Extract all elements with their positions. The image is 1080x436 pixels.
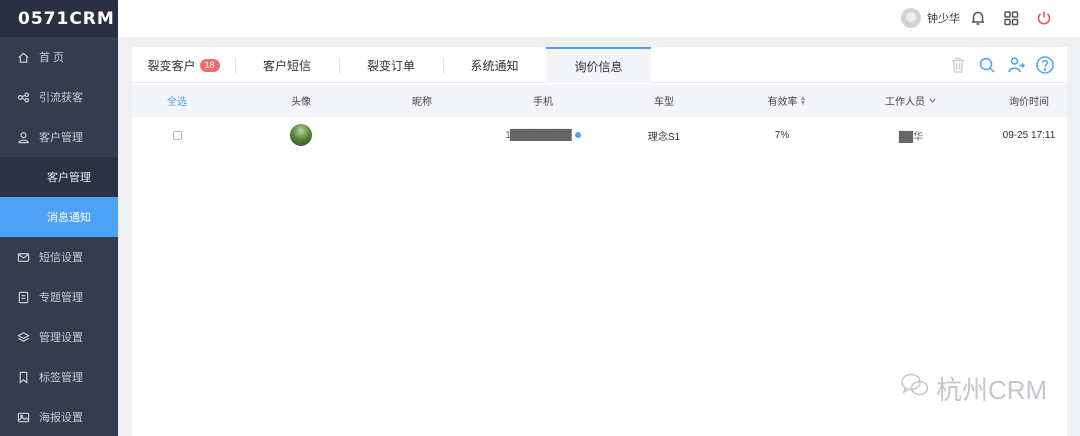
tab-customer-sms[interactable]: 客户短信 [235,47,339,83]
tab-label: 询价信息 [574,59,623,74]
row-nickname [387,117,457,153]
trash-icon[interactable] [948,55,968,75]
user-icon [16,130,30,144]
col-model: 车型 [654,97,674,108]
sidebar-subitem-messages[interactable]: 消息通知 [0,197,118,237]
col-phone: 手机 [533,97,553,108]
tab-label: 裂变客户 [147,58,196,73]
sidebar-item-label: 客户管理 [47,172,91,184]
search-icon[interactable] [977,55,997,75]
row-phone: 1██████████ [505,129,571,141]
layers-icon [16,330,30,344]
chevron-down-icon[interactable] [928,96,937,105]
col-staff[interactable]: 工作人员 [866,84,956,117]
sidebar-item-customers[interactable]: 客户管理 [0,117,118,157]
app-logo[interactable]: 0571CRM [0,0,118,37]
sidebar-item-label: 专题管理 [39,292,83,304]
tab-label: 客户短信 [262,58,311,73]
watermark: 杭州CRM [900,370,1047,407]
sidebar: 0571CRM 首 页 引流获客 客户管理 客户管理 消息通知 短信设置 专题管… [0,0,118,436]
row-staff: ██华 [898,131,924,143]
user-menu[interactable]: 钟少华 [901,8,960,28]
table-row[interactable]: 1██████████ 理念S1 7% ██华 09-25 17:11 [132,117,1067,153]
sidebar-item-traffic[interactable]: 引流获客 [0,77,118,117]
mail-icon [16,250,30,264]
bell-icon[interactable] [969,9,987,27]
watermark-text: 杭州CRM [936,375,1048,405]
user-transfer-icon[interactable] [1006,55,1026,75]
col-staff-label: 工作人员 [885,97,925,108]
sidebar-item-sms[interactable]: 短信设置 [0,237,118,277]
tab-inquiries[interactable]: 询价信息 [546,47,651,83]
col-nickname: 昵称 [412,97,432,108]
col-rate-label: 有效率 [767,97,798,108]
sidebar-item-label: 短信设置 [39,252,83,264]
sidebar-item-label: 管理设置 [39,332,83,344]
sidebar-item-admin[interactable]: 管理设置 [0,317,118,357]
row-rate: 7% [774,129,790,141]
topic-icon [16,290,30,304]
tab-label: 裂变订单 [366,58,415,73]
avatar [290,124,312,146]
tab-label: 系统通知 [470,58,519,73]
row-model: 理念S1 [647,131,681,143]
col-avatar: 头像 [291,97,311,108]
row-checkbox-cell [142,117,212,153]
sidebar-item-label: 引流获客 [39,92,83,104]
sort-icon[interactable]: ▲ ▼ [800,95,807,107]
sidebar-item-label: 消息通知 [47,212,91,224]
table-header: 全选 头像 昵称 手机 车型 有效率 ▲ ▼ 工作人员 询价时间 [132,84,1067,117]
tab-system-notices[interactable]: 系统通知 [443,47,546,83]
power-icon[interactable] [1035,9,1053,27]
sidebar-item-label: 标签管理 [39,372,83,384]
count-badge: 18 [199,58,220,72]
sidebar-item-posters[interactable]: 海报设置 [0,397,118,436]
tab-fission-customers[interactable]: 裂变客户 18 [132,47,235,83]
grid-apps-icon[interactable] [1002,9,1020,27]
sidebar-item-label: 客户管理 [39,132,83,144]
top-bar: 钟少华 [118,0,1080,37]
avatar [901,8,921,28]
sidebar-subitem-customer-manage[interactable]: 客户管理 [0,157,118,197]
sidebar-item-home[interactable]: 首 页 [0,37,118,77]
sidebar-item-tags[interactable]: 标签管理 [0,357,118,397]
sidebar-item-topics[interactable]: 专题管理 [0,277,118,317]
row-checkbox[interactable] [172,130,182,140]
wechat-icon [900,372,936,405]
status-dot [574,132,581,138]
tab-fission-orders[interactable]: 裂变订单 [339,47,443,83]
sidebar-item-label: 首 页 [39,52,65,64]
image-icon [16,410,30,424]
row-time: 09-25 17:11 [1002,129,1056,141]
user-name: 钟少华 [927,13,960,25]
tab-bar: 裂变客户 18 客户短信 裂变订单 系统通知 询价信息 [132,47,1067,83]
row-avatar-cell [266,117,336,153]
col-rate[interactable]: 有效率 ▲ ▼ [742,84,832,117]
home-icon [16,50,30,64]
bookmark-icon [16,370,30,384]
col-time: 询价时间 [1009,97,1049,108]
row-phone-cell: 1██████████ [498,117,588,153]
share-icon [16,90,30,104]
sidebar-item-label: 海报设置 [39,412,83,424]
help-icon[interactable] [1035,55,1055,75]
select-all-button[interactable]: 全选 [142,84,212,117]
